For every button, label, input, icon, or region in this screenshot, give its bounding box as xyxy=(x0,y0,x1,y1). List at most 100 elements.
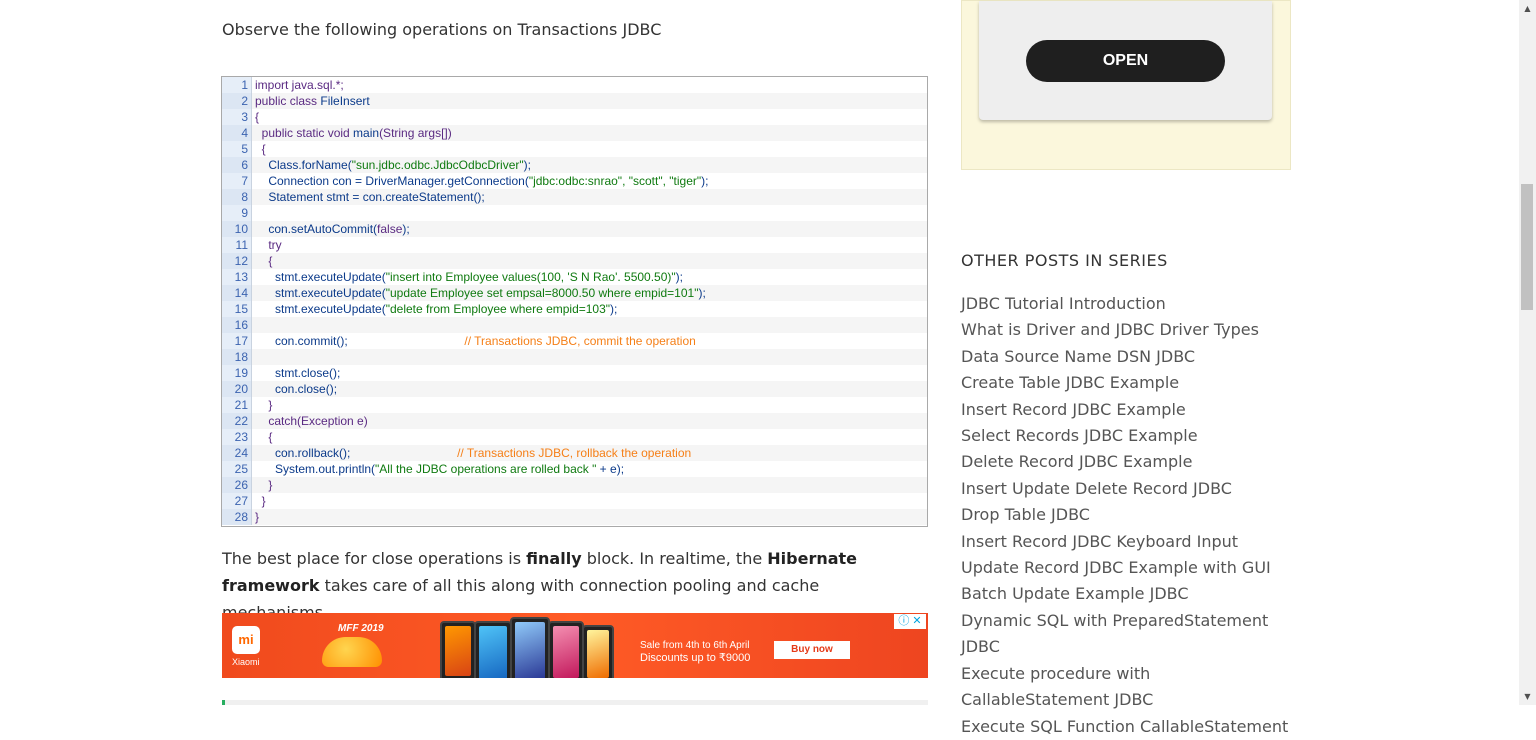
code-text: stmt.executeUpdate("update Employee set … xyxy=(252,285,927,301)
code-token: stmt.close(); xyxy=(255,366,341,380)
adchoices-close-icon[interactable]: ⓘ ✕ xyxy=(894,614,926,629)
series-post-link[interactable]: Batch Update Example JDBC xyxy=(961,581,1296,607)
code-text: con.close(); xyxy=(252,381,927,397)
code-text: Statement stmt = con.createStatement(); xyxy=(252,189,927,205)
code-token: public class xyxy=(255,94,321,108)
series-post-link[interactable]: Update Record JDBC Example with GUI xyxy=(961,555,1296,581)
open-button[interactable]: OPEN xyxy=(1026,40,1225,82)
code-token: con.setAutoCommit( xyxy=(255,222,378,236)
code-line: 28} xyxy=(222,509,927,525)
code-line: 19 stmt.close(); xyxy=(222,365,927,381)
page-scrollbar[interactable]: ▲ ▼ xyxy=(1519,0,1536,705)
code-token: try xyxy=(255,238,282,252)
code-token: (String args[]) xyxy=(379,126,452,140)
line-number: 25 xyxy=(222,461,252,477)
code-line: 14 stmt.executeUpdate("update Employee s… xyxy=(222,285,927,301)
code-token: ); xyxy=(675,270,683,284)
line-number: 28 xyxy=(222,509,252,525)
code-token: public static void xyxy=(255,126,354,140)
code-token: Class.forName( xyxy=(255,158,352,172)
para-bold-finally: finally xyxy=(526,549,582,568)
line-number: 8 xyxy=(222,189,252,205)
code-line: 2 public class FileInsert xyxy=(222,93,927,109)
scroll-up-icon[interactable]: ▲ xyxy=(1519,0,1536,17)
sidebar-card: OPEN xyxy=(979,1,1272,120)
code-line: 20 con.close(); xyxy=(222,381,927,397)
buy-now-button[interactable]: Buy now xyxy=(774,641,850,659)
line-number: 20 xyxy=(222,381,252,397)
code-text: Class.forName("sun.jdbc.odbc.JdbcOdbcDri… xyxy=(252,157,927,173)
code-token: } xyxy=(255,398,273,412)
code-token: (Exception e) xyxy=(297,414,368,428)
code-token: catch xyxy=(255,414,298,428)
code-line: 24 con.rollback(); // Transactions JDBC,… xyxy=(222,445,927,461)
line-number: 11 xyxy=(222,237,252,253)
code-text: stmt.executeUpdate("insert into Employee… xyxy=(252,269,927,285)
code-line: 10 con.setAutoCommit(false); xyxy=(222,221,927,237)
para-text-2: block. In realtime, the xyxy=(581,549,768,568)
series-post-list: JDBC Tutorial Introduction What is Driver… xyxy=(961,291,1296,740)
code-line: 6 Class.forName("sun.jdbc.odbc.JdbcOdbcD… xyxy=(222,157,927,173)
series-post-link[interactable]: Insert Record JDBC Keyboard Input xyxy=(961,529,1296,555)
series-post-link[interactable]: Insert Record JDBC Example xyxy=(961,397,1296,423)
code-token: FileInsert xyxy=(320,94,370,108)
code-token: stmt.executeUpdate( xyxy=(255,286,386,300)
code-token: // Transactions JDBC, rollback the opera… xyxy=(457,446,692,460)
scroll-down-icon[interactable]: ▼ xyxy=(1519,688,1536,705)
line-number: 26 xyxy=(222,477,252,493)
next-section-edge xyxy=(222,700,928,705)
code-line: 4 public static void main(String args[]) xyxy=(222,125,927,141)
code-line: 15 stmt.executeUpdate("delete from Emplo… xyxy=(222,301,927,317)
code-line: 12 { xyxy=(222,253,927,269)
code-token: ); xyxy=(701,174,709,188)
series-post-link[interactable]: Delete Record JDBC Example xyxy=(961,449,1296,475)
code-line: 23 { xyxy=(222,429,927,445)
series-title: OTHER POSTS IN SERIES xyxy=(961,251,1168,270)
code-line: 25 System.out.println("All the JDBC oper… xyxy=(222,461,927,477)
code-token: false xyxy=(377,222,403,236)
code-token: ); xyxy=(610,302,618,316)
code-text: con.rollback(); // Transactions JDBC, ro… xyxy=(252,445,927,461)
series-post-link[interactable]: Select Records JDBC Example xyxy=(961,423,1296,449)
series-post-link[interactable]: JDBC Tutorial Introduction xyxy=(961,291,1296,317)
code-token: stmt.executeUpdate( xyxy=(255,270,386,284)
code-text: } xyxy=(252,509,927,525)
code-line: 17 con.commit(); // Transactions JDBC, c… xyxy=(222,333,927,349)
ad-sale-text: Sale from 4th to 6th April Discounts up … xyxy=(640,639,750,665)
ad-event-title: MFF 2019 xyxy=(338,623,384,634)
code-text: con.commit(); // Transactions JDBC, comm… xyxy=(252,333,927,349)
series-post-link[interactable]: Insert Update Delete Record JDBC xyxy=(961,476,1296,502)
code-token: { xyxy=(255,142,266,156)
ad-banner[interactable]: mi Xiaomi MFF 2019 Sale from 4th to 6th … xyxy=(222,613,928,678)
code-token: { xyxy=(255,110,260,124)
series-post-link[interactable]: Data Source Name DSN JDBC xyxy=(961,344,1296,370)
code-token: "jdbc:odbc:snrao", "scott", "tiger" xyxy=(528,174,702,188)
series-post-link[interactable]: What is Driver and JDBC Driver Types xyxy=(961,317,1296,343)
code-text: con.setAutoCommit(false); xyxy=(252,221,927,237)
sidebar-widget: OPEN xyxy=(961,0,1291,170)
line-number: 16 xyxy=(222,317,252,333)
series-post-link[interactable]: Execute SQL Function CallableStatement xyxy=(961,714,1296,740)
code-text: System.out.println("All the JDBC operati… xyxy=(252,461,927,477)
series-post-link[interactable]: Execute procedure with CallableStatement… xyxy=(961,661,1296,714)
line-number: 24 xyxy=(222,445,252,461)
phone-image xyxy=(510,617,550,678)
series-post-link[interactable]: Drop Table JDBC xyxy=(961,502,1296,528)
code-token: System.out.println( xyxy=(255,462,376,476)
code-token: } xyxy=(255,478,273,492)
series-post-link[interactable]: Dynamic SQL with PreparedStatement JDBC xyxy=(961,608,1296,661)
line-number: 22 xyxy=(222,413,252,429)
xiaomi-logo: mi xyxy=(232,626,260,654)
ad-sale-line2: Discounts up to ₹9000 xyxy=(640,652,751,664)
series-post-link[interactable]: Create Table JDBC Example xyxy=(961,370,1296,396)
code-token: } xyxy=(255,510,260,524)
code-token: ); xyxy=(402,222,410,236)
scroll-thumb[interactable] xyxy=(1521,184,1533,310)
line-number: 27 xyxy=(222,493,252,509)
code-token: ); xyxy=(523,158,531,172)
article-intro: Observe the following operations on Tran… xyxy=(222,20,662,39)
code-text: { xyxy=(252,109,927,125)
code-token: con.commit(); xyxy=(255,334,465,348)
code-line: 26 } xyxy=(222,477,927,493)
